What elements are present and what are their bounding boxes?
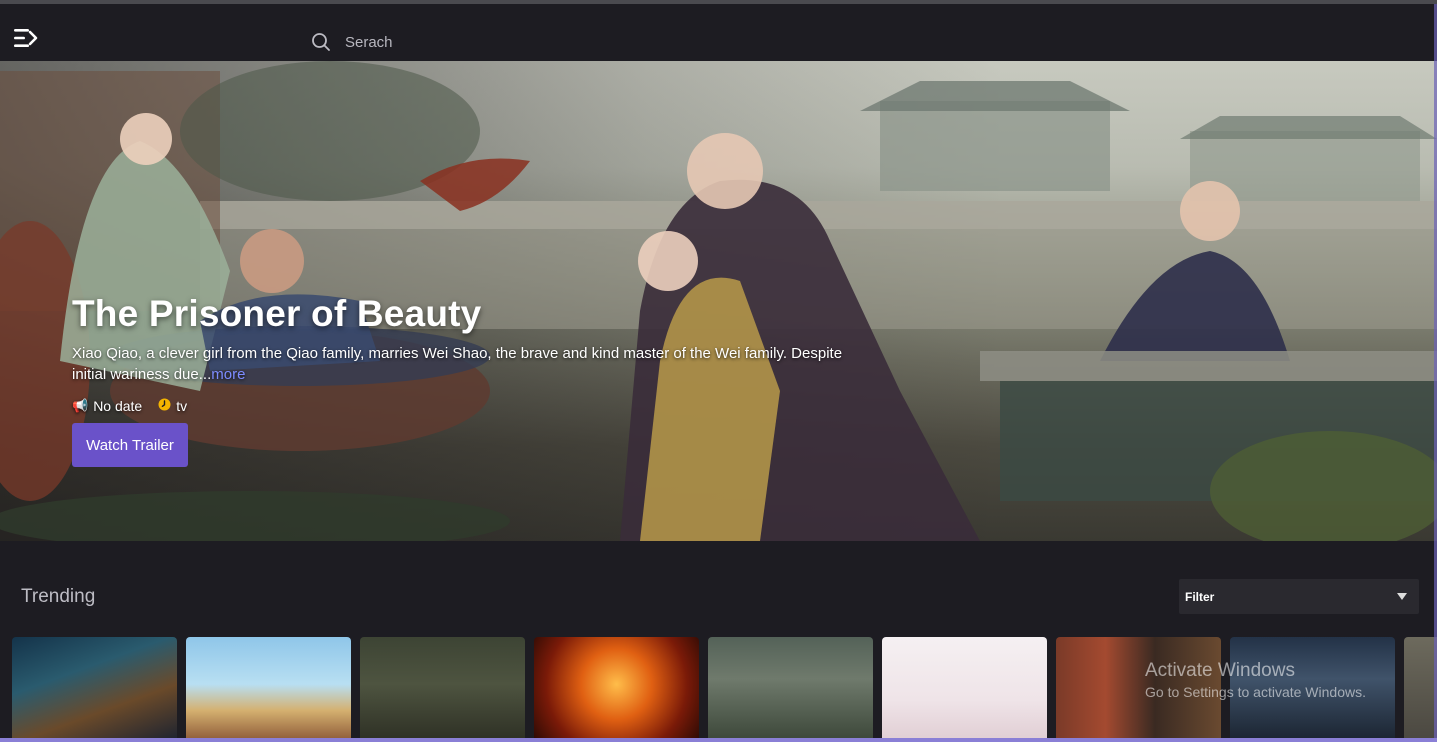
hero-title: The Prisoner of Beauty xyxy=(72,293,482,334)
menu-arrow-icon xyxy=(14,29,38,47)
filter-select[interactable]: Filter xyxy=(1179,579,1419,614)
trending-card[interactable] xyxy=(534,637,699,742)
watch-trailer-button[interactable]: Watch Trailer xyxy=(72,423,188,467)
activate-windows-watermark: Activate Windows Go to Settings to activ… xyxy=(1145,660,1366,700)
watermark-subtitle: Go to Settings to activate Windows. xyxy=(1145,684,1366,700)
trending-card[interactable] xyxy=(1404,637,1437,742)
search-input[interactable] xyxy=(345,33,585,51)
filter-label: Filter xyxy=(1185,589,1215,604)
trending-card[interactable] xyxy=(708,637,873,742)
media-type-label: tv xyxy=(176,398,188,414)
search-icon[interactable] xyxy=(310,31,332,53)
trending-card[interactable] xyxy=(12,637,177,742)
menu-toggle-button[interactable] xyxy=(14,27,40,49)
megaphone-icon: 📢 xyxy=(72,398,89,413)
clock-icon xyxy=(158,398,171,414)
release-date: 📢 No date xyxy=(72,398,142,414)
trending-heading: Trending xyxy=(21,586,96,607)
release-date-label: No date xyxy=(93,398,143,414)
more-link[interactable]: more xyxy=(211,366,245,383)
trending-card[interactable] xyxy=(882,637,1047,742)
hero-description: Xiao Qiao, a clever girl from the Qiao f… xyxy=(72,343,847,385)
hero-meta: 📢 No date tv xyxy=(72,398,852,414)
trending-card[interactable] xyxy=(360,637,525,742)
watermark-title: Activate Windows xyxy=(1145,660,1295,681)
trending-card[interactable] xyxy=(186,637,351,742)
hero-content: The Prisoner of Beauty Xiao Qiao, a clev… xyxy=(72,293,852,467)
search-bar xyxy=(310,28,610,56)
window-bottom-edge xyxy=(0,738,1437,742)
top-header xyxy=(0,4,1437,61)
media-type: tv xyxy=(158,398,187,414)
hero-description-text: Xiao Qiao, a clever girl from the Qiao f… xyxy=(72,345,843,383)
caret-down-icon xyxy=(1397,593,1407,600)
hero-banner: The Prisoner of Beauty Xiao Qiao, a clev… xyxy=(0,61,1437,541)
